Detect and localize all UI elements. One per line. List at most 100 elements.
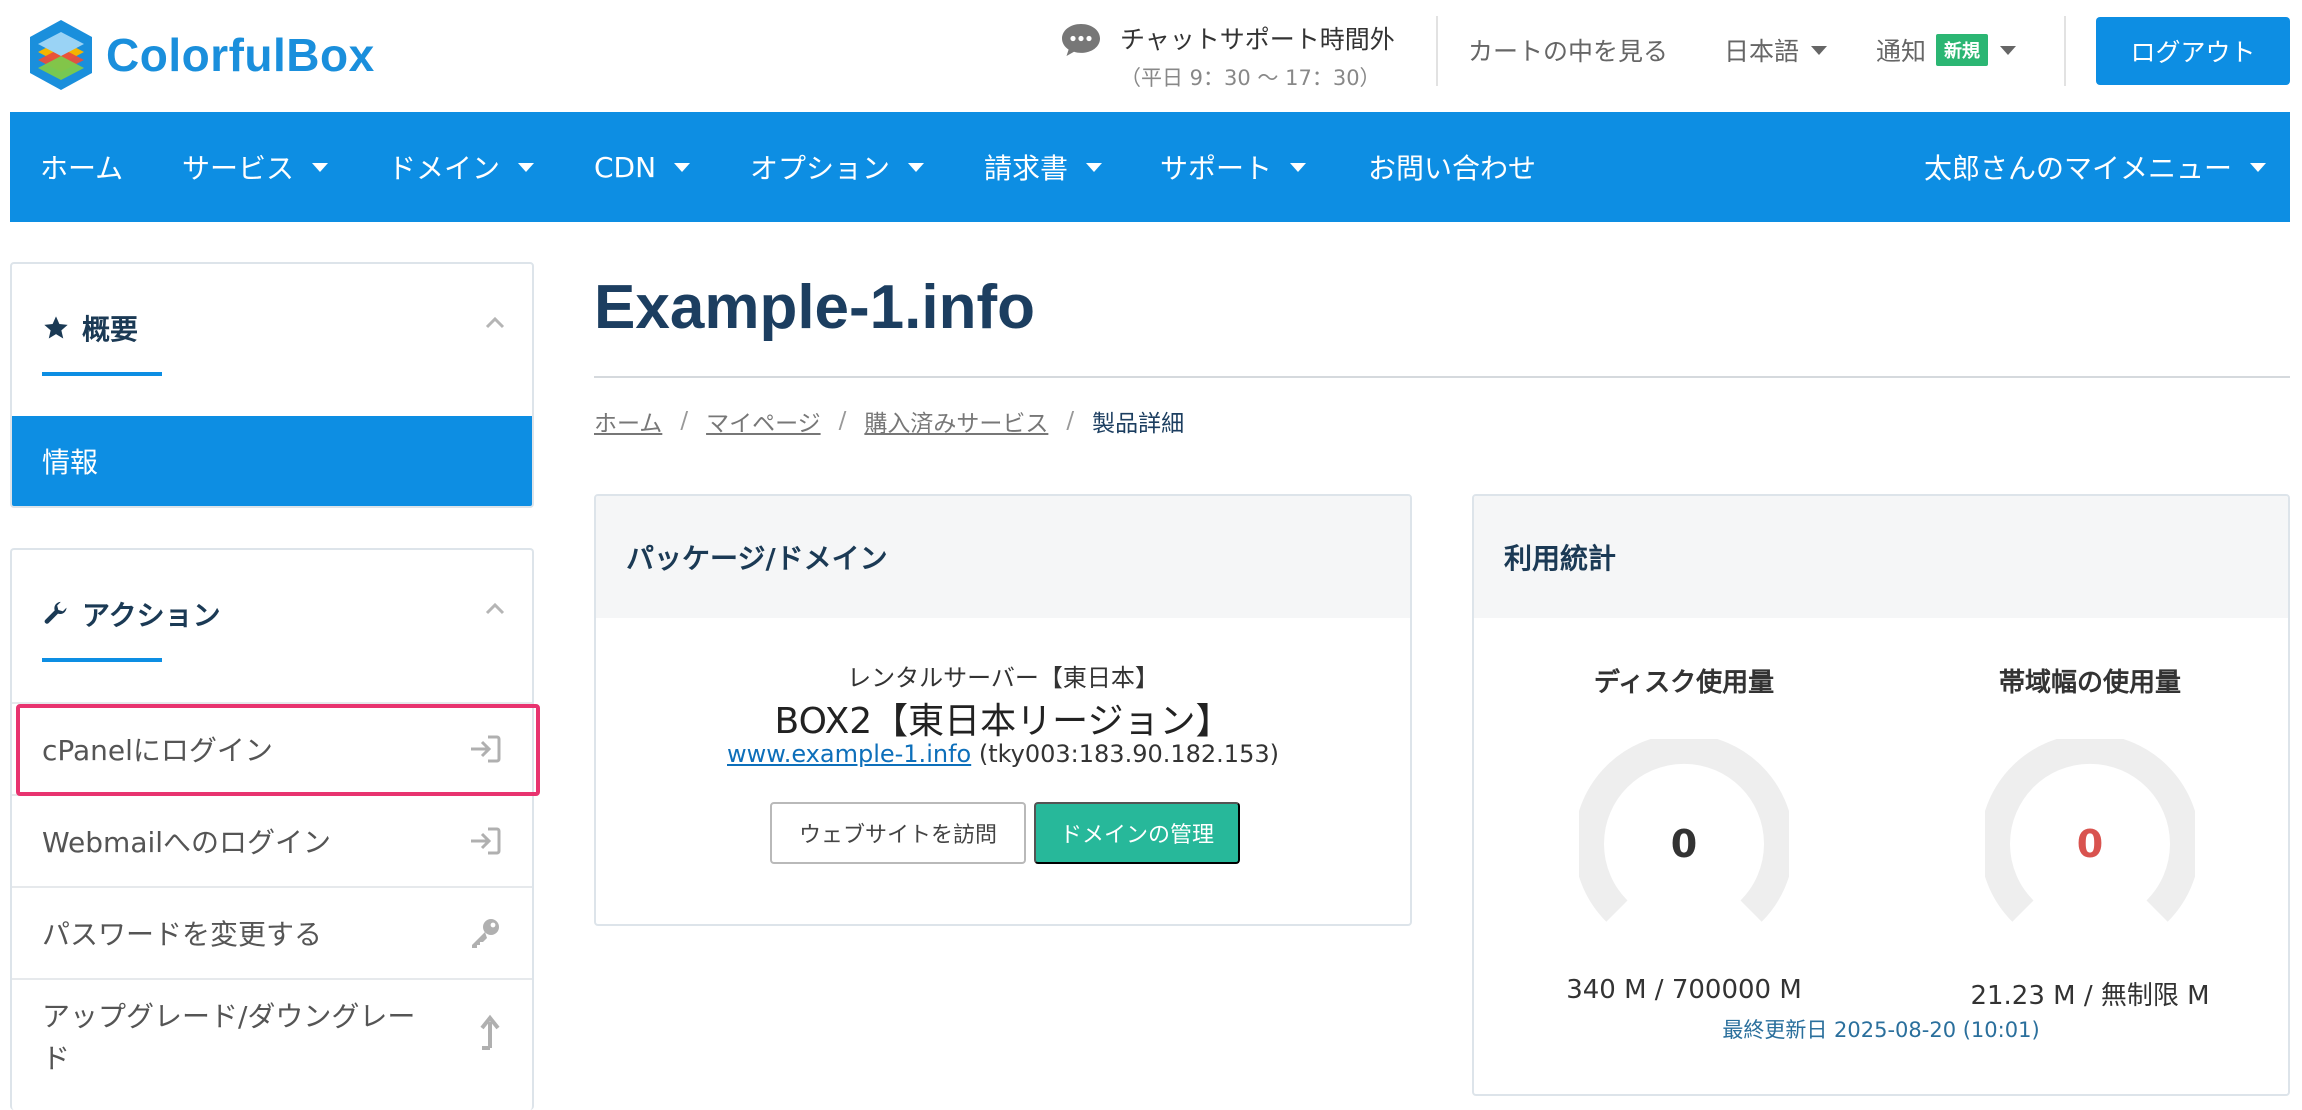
bandwidth-usage-stat: 帯域幅の使用量 0 21.23 M / 無制限 M [1910,662,2270,1012]
package-card-header: パッケージ/ドメイン [596,496,1410,618]
overview-panel-header[interactable]: 概要 [12,264,532,416]
new-badge: 新規 [1936,34,1989,66]
caret-down-icon [1086,162,1103,172]
nav-support[interactable]: サポート [1160,112,1307,222]
nav-label: CDN [594,150,657,184]
sidebar-item-cpanel-login[interactable]: cPanelにログイン [12,702,532,794]
actions-title: アクション [42,594,221,634]
disk-usage-title: ディスク使用量 [1593,668,1775,698]
nav-label: 太郎さんのマイメニュー [1924,152,2233,185]
sidebar-item-change-password[interactable]: パスワードを変更する [12,886,532,978]
nav-contact[interactable]: お問い合わせ [1368,112,1536,222]
nav-invoices[interactable]: 請求書 [984,112,1103,222]
bandwidth-usage-amount: 21.23 M / 無制限 M [1970,981,2210,1011]
nav-my-menu[interactable]: 太郎さんのマイメニュー [1924,112,2267,222]
sign-in-icon [471,735,501,763]
overview-title-label: 概要 [82,313,139,346]
logo-text: ColorfulBox [106,29,375,81]
language-dropdown[interactable]: 日本語 [1724,32,1828,68]
logout-button[interactable]: ログアウト [2096,17,2290,85]
sidebar-item-label: アップグレード/ダウングレード [42,1000,416,1075]
sidebar-item-info[interactable]: 情報 [12,416,532,506]
breadcrumb: ホーム / マイページ / 購入済みサービス / 製品詳細 [594,404,1184,438]
nav-home[interactable]: ホーム [40,112,123,222]
sidebar-item-webmail-login[interactable]: Webmailへのログイン [12,794,532,886]
page-title: Example-1.info [594,273,1035,342]
package-domain-card: パッケージ/ドメイン レンタルサーバー【東日本】 BOX2【東日本リージョン】 … [594,494,1412,926]
cart-link-label: カートの中を見る [1468,37,1669,66]
nav-label: 請求書 [984,152,1069,185]
caret-down-icon [2250,162,2267,172]
caret-down-icon [1811,45,1828,55]
stats-card-header: 利用統計 [1474,496,2288,618]
disk-usage-stat: ディスク使用量 0 340 M / 700000 M [1504,662,1864,1005]
chat-hours: （平日 9：30 〜 17：30） [1120,66,1381,90]
header-divider [2064,16,2066,86]
language-label: 日本語 [1724,37,1800,66]
usage-stats-card: 利用統計 ディスク使用量 0 340 M / 700000 M 帯域幅の使用量 … [1472,494,2290,1096]
nav-cdn[interactable]: CDN [594,112,691,222]
cart-link[interactable]: カートの中を見る [1468,32,1668,68]
chat-bubble-icon [1062,24,1100,56]
colorfulbox-logo-icon [30,20,92,90]
title-underline [42,658,162,662]
nav-label: ホーム [40,152,124,185]
breadcrumb-separator: / [680,408,689,434]
notifications-dropdown[interactable]: 通知 新規 [1876,32,2017,68]
caret-down-icon [312,162,329,172]
chevron-up-icon[interactable] [484,598,506,620]
sidebar-item-label: パスワードを変更する [42,918,323,951]
sidebar-overview-panel: 概要 情報 [10,262,534,508]
bandwidth-usage-title: 帯域幅の使用量 [1998,668,2181,698]
breadcrumb-current: 製品詳細 [1092,411,1185,437]
caret-down-icon [518,162,535,172]
nav-domains[interactable]: ドメイン [388,112,535,222]
title-divider [594,376,2290,378]
package-card-title: パッケージ/ドメイン [626,542,888,575]
breadcrumb-home[interactable]: ホーム [594,404,662,438]
nav-label: サポート [1160,152,1273,185]
stats-card-title: 利用統計 [1504,542,1617,575]
key-icon [472,919,499,948]
caret-down-icon [2000,45,2017,55]
main-navbar: ホーム サービス ドメイン CDN オプション 請求書 サポート お問い合わせ … [10,112,2290,222]
sidebar-item-label: 情報 [42,446,99,479]
wrench-icon [44,601,67,624]
sign-in-icon [471,827,501,855]
disk-usage-gauge: 0 [1574,733,1794,949]
sidebar-actions-panel: アクション cPanelにログイン Webmailへのログイン パスワードを変更… [10,548,534,1110]
breadcrumb-purchased-services[interactable]: 購入済みサービス [864,404,1048,438]
package-name: BOX2【東日本リージョン】 [774,701,1232,742]
sidebar-item-label: Webmailへのログイン [42,826,332,859]
sidebar-item-label: cPanelにログイン [42,734,273,767]
breadcrumb-mypage[interactable]: マイページ [706,404,821,438]
visit-website-button[interactable]: ウェブサイトを訪問 [770,802,1026,864]
disk-usage-value: 0 [1670,822,1698,866]
bandwidth-usage-gauge: 0 [1980,733,2200,949]
actions-title-label: アクション [82,599,221,632]
chat-support-status[interactable]: チャットサポート時間外 （平日 9：30 〜 17：30） [1060,20,1395,92]
manage-domain-button[interactable]: ドメインの管理 [1034,802,1240,864]
caret-down-icon [674,162,691,172]
sidebar-item-upgrade-downgrade[interactable]: アップグレード/ダウングレード [12,978,532,1084]
domain-link[interactable]: www.example-1.info [727,740,971,768]
nav-services[interactable]: サービス [182,112,329,222]
title-underline [42,372,162,376]
logo[interactable]: ColorfulBox [28,18,375,92]
header-divider [1436,16,1438,86]
package-group: レンタルサーバー【東日本】 [847,664,1159,692]
server-info: (tky003:183.90.182.153) [978,740,1279,768]
caret-down-icon [908,162,925,172]
level-up-icon [480,1014,500,1050]
nav-label: サービス [182,152,295,185]
last-updated: 最終更新日 2025-08-20 (10:01) [1722,1018,2040,1042]
chevron-up-icon[interactable] [484,312,506,334]
nav-label: オプション [750,152,891,185]
bandwidth-usage-value: 0 [2076,822,2104,866]
chat-status-title: チャットサポート時間外 [1120,25,1395,54]
notifications-label: 通知 [1876,37,1927,66]
breadcrumb-separator: / [1066,408,1075,434]
actions-panel-header[interactable]: アクション [12,550,532,702]
nav-options[interactable]: オプション [750,112,925,222]
nav-label: お問い合わせ [1368,152,1537,185]
